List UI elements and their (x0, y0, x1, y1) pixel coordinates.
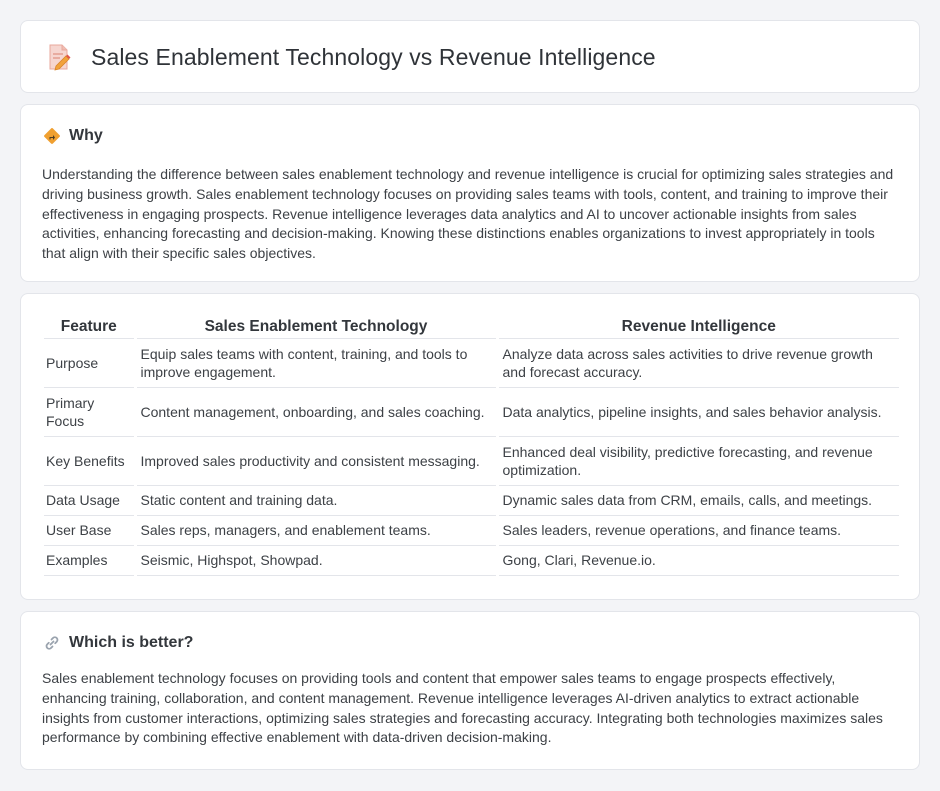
row-feature: Purpose (44, 338, 135, 388)
table-row: Data Usage Static content and training d… (44, 485, 899, 516)
row-feature: Examples (44, 545, 135, 576)
table-row: User Base Sales reps, managers, and enab… (44, 515, 899, 546)
why-section: Why Understanding the difference between… (20, 104, 920, 282)
diamond-sign-icon (43, 127, 61, 145)
why-title: Why (69, 127, 103, 144)
row-revenue-intelligence: Dynamic sales data from CRM, emails, cal… (495, 485, 899, 516)
row-revenue-intelligence: Enhanced deal visibility, predictive for… (495, 436, 899, 486)
row-feature: User Base (44, 515, 135, 546)
row-feature: Primary Focus (44, 387, 135, 437)
row-revenue-intelligence: Gong, Clari, Revenue.io. (495, 545, 899, 576)
row-feature: Key Benefits (44, 436, 135, 486)
comparison-table: Feature Sales Enablement Technology Reve… (44, 316, 899, 576)
header-card: Sales Enablement Technology vs Revenue I… (20, 20, 920, 93)
header-sales-enablement: Sales Enablement Technology (133, 316, 497, 339)
row-sales-enablement: Content management, onboarding, and sale… (133, 387, 497, 437)
table-row: Primary Focus Content management, onboar… (44, 387, 899, 437)
better-heading: Which is better? (43, 634, 193, 652)
row-revenue-intelligence: Data analytics, pipeline insights, and s… (495, 387, 899, 437)
why-text: Understanding the difference between sal… (42, 166, 894, 262)
row-sales-enablement: Improved sales productivity and consiste… (133, 436, 497, 486)
better-text: Sales enablement technology focuses on p… (42, 670, 883, 746)
row-revenue-intelligence: Analyze data across sales activities to … (495, 338, 899, 388)
row-sales-enablement: Static content and training data. (133, 485, 497, 516)
row-sales-enablement: Seismic, Highspot, Showpad. (133, 545, 497, 576)
page-title: Sales Enablement Technology vs Revenue I… (91, 43, 656, 70)
row-revenue-intelligence: Sales leaders, revenue operations, and f… (495, 515, 899, 546)
header-revenue-intelligence: Revenue Intelligence (495, 316, 899, 339)
link-icon (43, 634, 61, 652)
better-title: Which is better? (69, 634, 194, 651)
which-is-better-section: Which is better? Sales enablement techno… (20, 611, 920, 770)
table-row: Purpose Equip sales teams with content, … (44, 338, 899, 388)
why-heading: Why (43, 127, 103, 145)
row-sales-enablement: Sales reps, managers, and enablement tea… (133, 515, 497, 546)
row-feature: Data Usage (44, 485, 135, 516)
header-feature: Feature (44, 316, 135, 339)
document-pencil-icon (47, 43, 71, 71)
table-row: Key Benefits Improved sales productivity… (44, 436, 899, 486)
row-sales-enablement: Equip sales teams with content, training… (133, 338, 497, 388)
table-header-row: Feature Sales Enablement Technology Reve… (44, 316, 899, 339)
comparison-section: Feature Sales Enablement Technology Reve… (20, 293, 920, 600)
table-row: Examples Seismic, Highspot, Showpad. Gon… (44, 545, 899, 576)
page-header: Sales Enablement Technology vs Revenue I… (47, 43, 656, 71)
